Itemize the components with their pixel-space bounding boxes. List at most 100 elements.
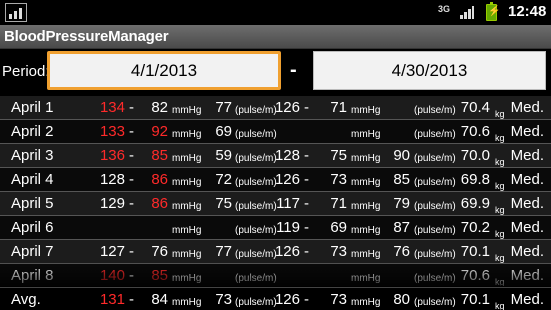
morning-diastolic: 85 [151,267,168,284]
morning-dash: - [129,147,134,164]
morning-systolic: 129 [99,195,125,212]
app-notification-icon [5,3,27,22]
evening-systolic: 126 [274,291,300,308]
morning-systolic: 133 [99,123,125,140]
medication-note: Med. [510,195,544,212]
weight-value: 70.1 [460,291,490,308]
evening-pulse: 85 [393,171,410,188]
morning-pulse: 69 [215,123,232,140]
evening-pulse: 79 [393,195,410,212]
weight-value: 70.2 [460,219,490,236]
morning-pulse: 75 [215,195,232,212]
records-list[interactable]: April 1 134-82 mmHg 77 (pulse/m) 126-71 mmHg (p… [0,96,551,286]
network-type-icon: 3G [438,4,451,14]
start-date-field[interactable]: 4/1/2013 [47,51,281,90]
morning-pulse-unit: (pulse/m) [235,297,277,308]
morning-systolic: 131 [99,291,125,308]
record-row[interactable]: April 2 133-92 mmHg 69 (pulse/m) mmHg (pulse/m… [0,120,551,144]
evening-systolic: 126 [274,99,300,116]
record-row[interactable]: April 3 136-85 mmHg 59 (pulse/m) 128-75 mmHg 90… [0,144,551,168]
morning-dash: - [129,291,134,308]
medication-note: Med. [510,243,544,260]
evening-pulse-unit: (pulse/m) [414,177,456,188]
medication-note: Med. [510,99,544,116]
morning-diastolic: 76 [151,243,168,260]
morning-systolic: 140 [99,267,125,284]
evening-mmhg-unit: mmHg [351,105,381,116]
morning-pulse: 72 [215,171,232,188]
morning-systolic: 136 [99,147,125,164]
medication-note: Med. [510,123,544,140]
weight-value: 70.6 [460,123,490,140]
evening-pulse-unit: (pulse/m) [414,153,456,164]
evening-diastolic: 75 [330,147,347,164]
weight-value: 69.9 [460,195,490,212]
evening-pulse: 80 [393,291,410,308]
morning-pulse-unit: (pulse/m) [235,177,277,188]
evening-pulse-unit: (pulse/m) [414,249,456,260]
morning-mmhg-unit: mmHg [172,297,202,308]
row-date-label: April 3 [11,147,54,164]
morning-systolic: 128 [99,171,125,188]
clock: 12:48 [508,3,547,20]
record-row[interactable]: April 6 mmHg (pulse/m) 119-69 mmHg 87 (pulse/m… [0,216,551,240]
morning-mmhg-unit: mmHg [172,201,202,212]
morning-pulse-unit: (pulse/m) [235,105,277,116]
start-date-value: 4/1/2013 [130,60,198,80]
evening-pulse: 76 [393,243,410,260]
morning-mmhg-unit: mmHg [172,129,202,140]
morning-mmhg-unit: mmHg [172,225,202,236]
morning-mmhg-unit: mmHg [172,153,202,164]
record-row[interactable]: April 5 129-86 mmHg 75 (pulse/m) 117-71 mmHg 79… [0,192,551,216]
evening-pulse-unit: (pulse/m) [414,129,456,140]
weight-value: 70.6 [460,267,490,284]
end-date-value: 4/30/2013 [391,60,468,80]
weight-value: 70.4 [460,99,490,116]
record-row[interactable]: April 4 128-86 mmHg 72 (pulse/m) 126-73 mmHg 85… [0,168,551,192]
period-separator: - [290,59,297,81]
record-row[interactable]: April 7 127-76 mmHg 77 (pulse/m) 126-73 mmHg 76… [0,240,551,264]
weight-value: 69.8 [460,171,490,188]
app-title: BloodPressureManager [4,28,169,45]
morning-dash: - [129,99,134,116]
evening-diastolic: 69 [330,219,347,236]
morning-pulse: 73 [215,291,232,308]
weight-value: 70.0 [460,147,490,164]
evening-dash: - [304,171,309,188]
evening-dash: - [304,147,309,164]
morning-mmhg-unit: mmHg [172,273,202,284]
morning-pulse-unit: (pulse/m) [235,225,277,236]
evening-mmhg-unit: mmHg [351,225,381,236]
battery-charging-icon: ⚡ [486,2,500,21]
evening-pulse-unit: (pulse/m) [414,297,456,308]
row-date-label: April 6 [11,219,54,236]
morning-diastolic: 86 [151,171,168,188]
evening-mmhg-unit: mmHg [351,297,381,308]
row-date-label: Avg. [11,291,41,308]
evening-mmhg-unit: mmHg [351,129,381,140]
record-row[interactable]: April 1 134-82 mmHg 77 (pulse/m) 126-71 mmHg (p… [0,96,551,120]
evening-dash: - [304,291,309,308]
morning-mmhg-unit: mmHg [172,105,202,116]
morning-pulse-unit: (pulse/m) [235,249,277,260]
row-date-label: April 4 [11,171,54,188]
evening-systolic: 126 [274,171,300,188]
morning-diastolic: 92 [151,123,168,140]
evening-dash: - [304,219,309,236]
medication-note: Med. [510,291,544,308]
evening-pulse-unit: (pulse/m) [414,273,456,284]
evening-mmhg-unit: mmHg [351,201,381,212]
evening-mmhg-unit: mmHg [351,273,381,284]
morning-systolic: 127 [99,243,125,260]
evening-diastolic: 73 [330,171,347,188]
morning-diastolic: 85 [151,147,168,164]
record-row[interactable]: April 8 140-85 mmHg (pulse/m) mmHg (pulse/m) 7… [0,264,551,286]
period-label: Period: [2,63,50,80]
row-date-label: April 5 [11,195,54,212]
row-date-label: April 7 [11,243,54,260]
morning-dash: - [129,243,134,260]
morning-pulse: 77 [215,243,232,260]
end-date-field[interactable]: 4/30/2013 [313,51,546,90]
evening-pulse: 87 [393,219,410,236]
weight-value: 70.1 [460,243,490,260]
